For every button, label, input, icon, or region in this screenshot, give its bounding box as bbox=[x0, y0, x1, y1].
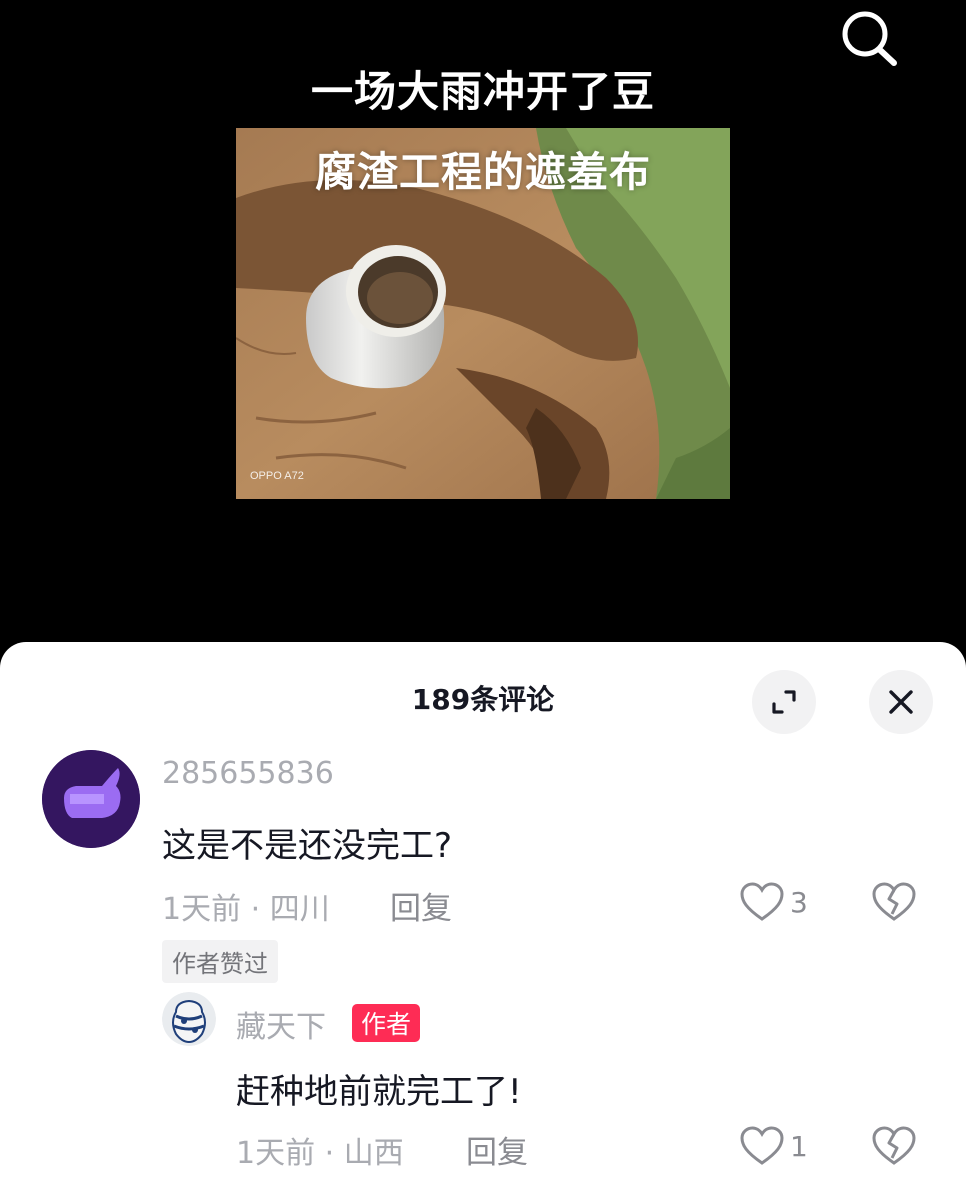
reply-time-location: 1天前 · 山西 bbox=[236, 1136, 404, 1171]
video-area[interactable]: 一场大雨冲开了豆 腐渣工程的遮羞布 OPPO A72 bbox=[0, 0, 966, 660]
reply-username[interactable]: 藏天下 bbox=[236, 1002, 326, 1046]
dislike-button[interactable] bbox=[872, 882, 916, 926]
avatar[interactable] bbox=[42, 750, 140, 848]
broken-heart-icon bbox=[872, 882, 916, 921]
photo-watermark: OPPO A72 bbox=[250, 470, 304, 482]
like-button[interactable]: 3 bbox=[740, 882, 808, 922]
like-count: 1 bbox=[790, 1129, 808, 1163]
like-button[interactable]: 1 bbox=[740, 1126, 808, 1166]
video-headline: 一场大雨冲开了豆 bbox=[310, 67, 655, 116]
reply-text: 赶种地前就完工了! bbox=[236, 1072, 522, 1112]
video-photo: 腐渣工程的遮羞布 OPPO A72 bbox=[236, 128, 730, 499]
author-liked-badge: 作者赞过 bbox=[162, 940, 278, 983]
heart-icon bbox=[740, 882, 784, 921]
heart-icon bbox=[740, 1126, 784, 1165]
photo-caption: 腐渣工程的遮羞布 bbox=[315, 148, 651, 196]
comment-time-location: 1天前 · 四川 bbox=[162, 892, 330, 927]
comments-count-title: 189条评论 bbox=[411, 683, 555, 716]
reply-button[interactable]: 回复 bbox=[390, 883, 452, 928]
comments-sheet: 189条评论 285655836 这是不是还没完工? 1天前 · 四川 回复 3 bbox=[0, 642, 966, 1200]
reply-avatar[interactable] bbox=[162, 992, 216, 1046]
close-button[interactable] bbox=[869, 670, 933, 734]
author-tag: 作者 bbox=[352, 1004, 421, 1042]
broken-heart-icon bbox=[872, 1126, 916, 1165]
expand-button[interactable] bbox=[752, 670, 816, 734]
comment-text: 这是不是还没完工? bbox=[162, 826, 453, 866]
dislike-button[interactable] bbox=[872, 1126, 916, 1170]
like-count: 3 bbox=[790, 885, 808, 919]
reply-button[interactable]: 回复 bbox=[466, 1127, 528, 1172]
close-icon bbox=[889, 690, 913, 714]
expand-icon bbox=[772, 690, 796, 714]
comment-username[interactable]: 285655836 bbox=[162, 756, 334, 791]
